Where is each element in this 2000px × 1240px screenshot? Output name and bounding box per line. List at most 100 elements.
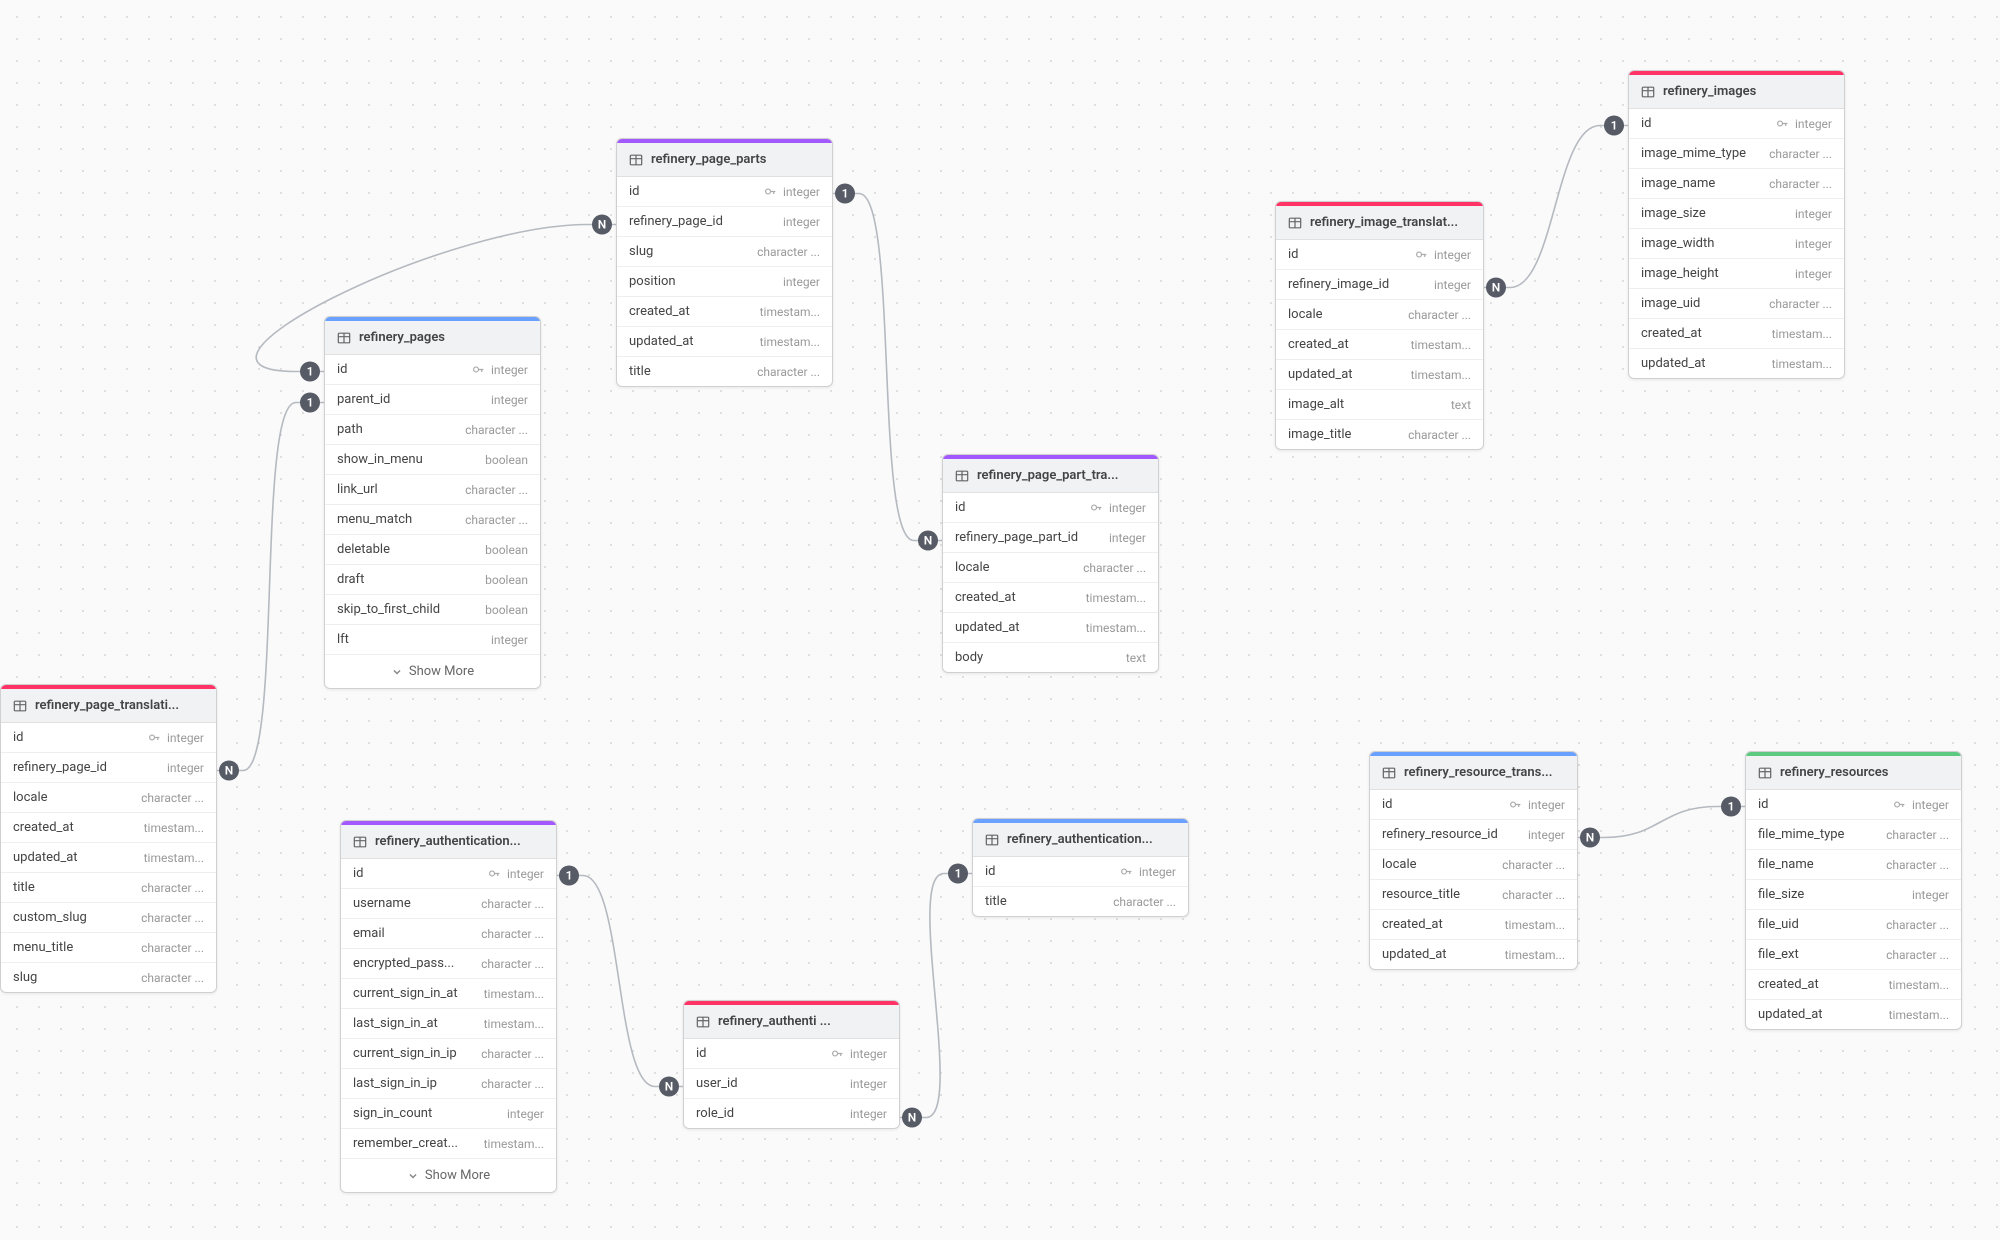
column-row[interactable]: created_attimestam... [1629,319,1844,349]
table-page_part_translations[interactable]: refinery_page_part_tra...idintegerrefine… [942,454,1159,673]
column-row[interactable]: resource_titlecharacter ... [1370,880,1577,910]
table-header[interactable]: refinery_authenti ... [684,1005,899,1039]
column-row[interactable]: last_sign_in_attimestam... [341,1009,556,1039]
column-row[interactable]: updated_attimestam... [1370,940,1577,969]
column-row[interactable]: skip_to_first_childboolean [325,595,540,625]
column-row[interactable]: refinery_page_idinteger [617,207,832,237]
column-row[interactable]: encrypted_pass...character ... [341,949,556,979]
table-auth_roles[interactable]: refinery_authentication...idintegertitle… [972,818,1189,917]
column-row[interactable]: image_heightinteger [1629,259,1844,289]
table-header[interactable]: refinery_images [1629,75,1844,109]
column-row[interactable]: idinteger [973,857,1188,887]
column-row[interactable]: updated_attimestam... [1,843,216,873]
column-row[interactable]: localecharacter ... [943,553,1158,583]
column-row[interactable]: created_attimestam... [1,813,216,843]
table-resources[interactable]: refinery_resourcesidintegerfile_mime_typ… [1745,751,1962,1030]
column-row[interactable]: bodytext [943,643,1158,672]
table-header[interactable]: refinery_page_part_tra... [943,459,1158,493]
column-row[interactable]: idinteger [1276,240,1483,270]
column-row[interactable]: sign_in_countinteger [341,1099,556,1129]
column-row[interactable]: menu_titlecharacter ... [1,933,216,963]
column-row[interactable]: positioninteger [617,267,832,297]
column-row[interactable]: last_sign_in_ipcharacter ... [341,1069,556,1099]
table-header[interactable]: refinery_authentication... [341,825,556,859]
column-row[interactable]: created_attimestam... [1370,910,1577,940]
column-row[interactable]: titlecharacter ... [1,873,216,903]
column-row[interactable]: localecharacter ... [1,783,216,813]
column-row[interactable]: image_alttext [1276,390,1483,420]
table-auth_users[interactable]: refinery_authentication...idintegerusern… [340,820,557,1193]
column-row[interactable]: file_namecharacter ... [1746,850,1961,880]
show-more-button[interactable]: Show More [325,655,540,688]
column-row[interactable]: idinteger [1,723,216,753]
table-page_parts[interactable]: refinery_page_partsidintegerrefinery_pag… [616,138,833,387]
column-row[interactable]: deletableboolean [325,535,540,565]
column-row[interactable]: titlecharacter ... [617,357,832,386]
column-row[interactable]: idinteger [617,177,832,207]
column-row[interactable]: pathcharacter ... [325,415,540,445]
column-row[interactable]: updated_attimestam... [1276,360,1483,390]
column-row[interactable]: slugcharacter ... [1,963,216,992]
column-row[interactable]: draftboolean [325,565,540,595]
table-header[interactable]: refinery_image_translat... [1276,206,1483,240]
column-row[interactable]: idinteger [341,859,556,889]
column-row[interactable]: lftinteger [325,625,540,655]
column-row[interactable]: idinteger [943,493,1158,523]
column-row[interactable]: refinery_page_part_idinteger [943,523,1158,553]
table-image_translations[interactable]: refinery_image_translat...idintegerrefin… [1275,201,1484,450]
column-row[interactable]: updated_attimestam... [1629,349,1844,378]
column-row[interactable]: user_idinteger [684,1069,899,1099]
column-row[interactable]: refinery_resource_idinteger [1370,820,1577,850]
column-row[interactable]: role_idinteger [684,1099,899,1128]
table-header[interactable]: refinery_page_parts [617,143,832,177]
column-row[interactable]: updated_attimestam... [617,327,832,357]
column-row[interactable]: custom_slugcharacter ... [1,903,216,933]
erd-canvas[interactable]: N1N1N1N1N1N1N1 refinery_pagesidintegerpa… [0,0,2000,1240]
column-row[interactable]: created_attimestam... [617,297,832,327]
column-row[interactable]: image_titlecharacter ... [1276,420,1483,449]
column-row[interactable]: file_uidcharacter ... [1746,910,1961,940]
column-row[interactable]: usernamecharacter ... [341,889,556,919]
table-header[interactable]: refinery_pages [325,321,540,355]
column-row[interactable]: created_attimestam... [943,583,1158,613]
column-row[interactable]: file_extcharacter ... [1746,940,1961,970]
column-row[interactable]: created_attimestam... [1746,970,1961,1000]
table-resource_translations[interactable]: refinery_resource_trans...idintegerrefin… [1369,751,1578,970]
table-images[interactable]: refinery_imagesidintegerimage_mime_typec… [1628,70,1845,379]
column-row[interactable]: created_attimestam... [1276,330,1483,360]
column-row[interactable]: localecharacter ... [1370,850,1577,880]
column-row[interactable]: link_urlcharacter ... [325,475,540,505]
column-row[interactable]: idinteger [1629,109,1844,139]
table-auth_roles_users[interactable]: refinery_authenti ...idintegeruser_idint… [683,1000,900,1129]
show-more-button[interactable]: Show More [341,1159,556,1192]
column-row[interactable]: updated_attimestam... [1746,1000,1961,1029]
column-row[interactable]: image_uidcharacter ... [1629,289,1844,319]
column-row[interactable]: file_sizeinteger [1746,880,1961,910]
column-row[interactable]: refinery_image_idinteger [1276,270,1483,300]
column-row[interactable]: refinery_page_idinteger [1,753,216,783]
column-row[interactable]: current_sign_in_ipcharacter ... [341,1039,556,1069]
table-pages[interactable]: refinery_pagesidintegerparent_idintegerp… [324,316,541,689]
column-row[interactable]: image_widthinteger [1629,229,1844,259]
column-row[interactable]: localecharacter ... [1276,300,1483,330]
column-row[interactable]: updated_attimestam... [943,613,1158,643]
column-row[interactable]: show_in_menuboolean [325,445,540,475]
table-header[interactable]: refinery_authentication... [973,823,1188,857]
column-row[interactable]: idinteger [325,355,540,385]
table-header[interactable]: refinery_resources [1746,756,1961,790]
column-row[interactable]: slugcharacter ... [617,237,832,267]
column-row[interactable]: current_sign_in_attimestam... [341,979,556,1009]
column-row[interactable]: idinteger [684,1039,899,1069]
column-row[interactable]: file_mime_typecharacter ... [1746,820,1961,850]
column-row[interactable]: image_namecharacter ... [1629,169,1844,199]
column-row[interactable]: idinteger [1746,790,1961,820]
column-row[interactable]: image_sizeinteger [1629,199,1844,229]
column-row[interactable]: parent_idinteger [325,385,540,415]
column-row[interactable]: remember_creat...timestam... [341,1129,556,1159]
table-header[interactable]: refinery_page_translati... [1,689,216,723]
column-row[interactable]: titlecharacter ... [973,887,1188,916]
column-row[interactable]: idinteger [1370,790,1577,820]
column-row[interactable]: image_mime_typecharacter ... [1629,139,1844,169]
column-row[interactable]: emailcharacter ... [341,919,556,949]
table-header[interactable]: refinery_resource_trans... [1370,756,1577,790]
